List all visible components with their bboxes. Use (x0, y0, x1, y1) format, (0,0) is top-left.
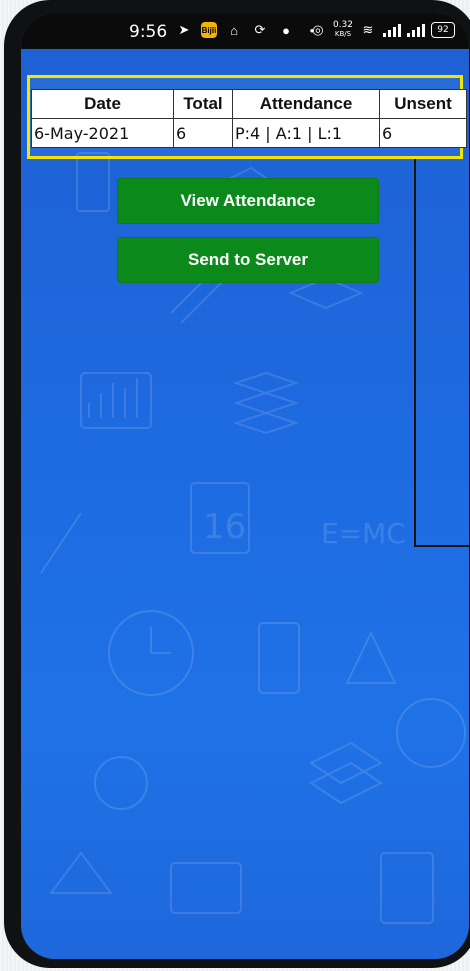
app-badge-icon: Bijli (201, 22, 217, 38)
cell-unsent: 6 (379, 118, 467, 148)
network-speed: 0.32 KB/S (333, 21, 353, 39)
attendance-summary-table: Date Total Attendance Unsent 6-May-2021 … (31, 89, 467, 148)
status-bar: 9:56 ➤ Bijli ⌂ ⟳ ● ● ◎ 0.32 KB/S ≋ 92 (21, 13, 469, 49)
phone-frame: 16 E=MC 9:56 ➤ Bijli ⌂ ⟳ ● ● ◎ 0.32 KB/S… (4, 0, 470, 968)
status-system-icons: ◎ 0.32 KB/S ≋ 92 (309, 21, 455, 39)
telegram-icon: ➤ (178, 22, 190, 37)
cell-attendance: P:4 | A:1 | L:1 (232, 118, 380, 148)
location-icon: ◎ (312, 22, 324, 37)
lock-icon: ⌂ (230, 22, 238, 38)
status-notification-icons: ➤ Bijli ⌂ ⟳ ● ● (175, 21, 321, 39)
record-icon: ● (282, 22, 290, 38)
table-row[interactable]: 6-May-2021 6 P:4 | A:1 | L:1 6 (31, 118, 467, 148)
side-panel-outline (414, 159, 469, 547)
table-header-row: Date Total Attendance Unsent (31, 89, 467, 119)
app-screen: 16 E=MC 9:56 ➤ Bijli ⌂ ⟳ ● ● ◎ 0.32 KB/S… (21, 13, 469, 959)
view-attendance-button[interactable]: View Attendance (117, 178, 379, 224)
sync-icon: ⟳ (254, 22, 266, 37)
battery-icon: 92 (431, 22, 455, 38)
cell-total: 6 (173, 118, 233, 148)
status-time: 9:56 (129, 22, 168, 42)
svg-text:E=MC: E=MC (321, 517, 406, 550)
column-header-date: Date (31, 89, 174, 119)
signal-icon-2 (407, 23, 425, 37)
column-header-attendance: Attendance (232, 89, 380, 119)
signal-icon (383, 23, 401, 37)
network-speed-value: 0.32 (332, 20, 353, 30)
network-speed-unit: KB/S (334, 30, 352, 38)
column-header-total: Total (173, 89, 233, 119)
send-to-server-button[interactable]: Send to Server (117, 237, 379, 283)
cell-date: 6-May-2021 (31, 118, 174, 148)
column-header-unsent: Unsent (379, 89, 467, 119)
svg-text:16: 16 (203, 507, 246, 547)
wifi-icon: ≋ (362, 22, 374, 37)
